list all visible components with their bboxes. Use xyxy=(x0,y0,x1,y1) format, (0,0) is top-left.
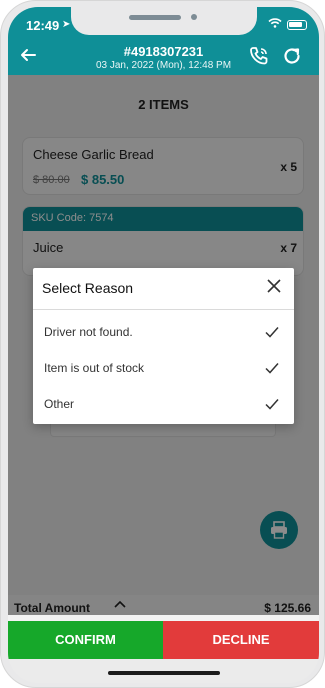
reason-option[interactable]: Item is out of stock xyxy=(33,350,294,386)
phone-frame: 12:49 ➤ #4918307231 03 Jan, 2022 (Mon), … xyxy=(0,0,325,688)
check-icon xyxy=(264,324,280,340)
status-time: 12:49 xyxy=(26,18,60,33)
wifi-icon xyxy=(268,18,282,31)
order-number: #4918307231 xyxy=(123,44,204,59)
check-icon xyxy=(264,360,280,376)
reason-label: Driver not found. xyxy=(44,325,133,339)
confirm-button[interactable]: CONFIRM xyxy=(8,621,163,659)
battery-icon xyxy=(287,19,307,30)
order-date: 03 Jan, 2022 (Mon), 12:48 PM xyxy=(95,60,232,71)
reason-option[interactable]: Driver not found. xyxy=(33,314,294,350)
reason-option[interactable]: Other xyxy=(33,386,294,422)
reason-label: Other xyxy=(44,397,75,411)
status-icons xyxy=(268,18,307,31)
app-header: 12:49 ➤ #4918307231 03 Jan, 2022 (Mon), … xyxy=(8,7,319,75)
select-reason-dialog: Select Reason Driver not found. Item is … xyxy=(33,268,294,424)
screen: 12:49 ➤ #4918307231 03 Jan, 2022 (Mon), … xyxy=(8,7,319,683)
dialog-title: Select Reason xyxy=(42,280,134,296)
reason-label: Item is out of stock xyxy=(44,361,145,375)
call-icon[interactable] xyxy=(248,45,270,67)
divider xyxy=(33,309,294,310)
camera xyxy=(191,14,197,20)
location-arrow-icon: ➤ xyxy=(62,19,71,30)
refresh-icon[interactable] xyxy=(281,45,303,67)
check-icon xyxy=(264,396,280,412)
notch xyxy=(71,7,257,35)
close-icon[interactable] xyxy=(264,276,284,296)
decline-button[interactable]: DECLINE xyxy=(163,621,319,659)
speaker xyxy=(129,15,181,20)
home-indicator xyxy=(108,671,220,675)
